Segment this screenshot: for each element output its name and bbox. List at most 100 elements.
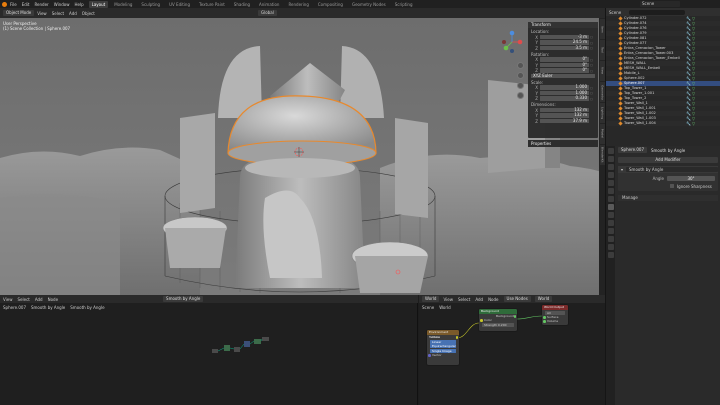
menu-object[interactable]: Object bbox=[82, 11, 95, 16]
manage-panel-header[interactable]: Manage bbox=[618, 195, 718, 201]
breadcrumb-modifier[interactable]: Smooth by Angle bbox=[31, 305, 65, 310]
search-input[interactable] bbox=[629, 9, 686, 15]
socket-icon[interactable] bbox=[455, 336, 458, 339]
node-field-source[interactable]: Single Image bbox=[430, 348, 456, 353]
tab-scripting[interactable]: Scripting bbox=[392, 1, 416, 8]
lock-icon[interactable]: ▢ bbox=[590, 58, 595, 62]
menu-add[interactable]: Add bbox=[35, 297, 43, 302]
breadcrumb-object[interactable]: Sphere.007 bbox=[3, 305, 26, 310]
object-tab-icon[interactable] bbox=[607, 196, 614, 202]
modifier-name-field[interactable]: Smooth by Angle bbox=[626, 167, 718, 172]
mesh-data-icon[interactable]: ▽ bbox=[692, 121, 695, 126]
environment-texture-node[interactable]: Environment Texture Color Linear Equirec… bbox=[427, 330, 459, 365]
lock-icon[interactable]: ▢ bbox=[590, 41, 595, 45]
tab-animation[interactable]: Animation bbox=[256, 1, 282, 8]
material-tab-icon[interactable] bbox=[607, 244, 614, 250]
menu-select[interactable]: Select bbox=[18, 297, 30, 302]
socket-icon[interactable] bbox=[428, 354, 431, 357]
navigation-gizmo-icon[interactable] bbox=[500, 30, 524, 54]
location-z-field[interactable]: 3.5 m bbox=[540, 45, 589, 51]
geometry-node-editor[interactable]: View Select Add Node Smooth by Angle Sph… bbox=[0, 295, 418, 405]
breadcrumb-group[interactable]: Smooth by Angle bbox=[70, 305, 104, 310]
physics-tab-icon[interactable] bbox=[607, 220, 614, 226]
menu-render[interactable]: Render bbox=[34, 2, 48, 7]
node-input-color[interactable]: Color bbox=[479, 318, 517, 322]
sidebar-tab-blenderkit[interactable]: BlenderKit bbox=[599, 145, 605, 165]
tab-uv-editing[interactable]: UV Editing bbox=[166, 1, 193, 8]
world-output-node[interactable]: World Output All Surface Volume bbox=[542, 305, 568, 325]
dimension-z-field[interactable]: 37.9 m bbox=[540, 118, 589, 124]
lock-icon[interactable]: ▢ bbox=[590, 63, 595, 67]
menu-select[interactable]: Select bbox=[52, 11, 64, 16]
particles-tab-icon[interactable] bbox=[607, 212, 614, 218]
menu-add[interactable]: Add bbox=[69, 11, 77, 16]
tab-texture-paint[interactable]: Texture Paint bbox=[196, 1, 228, 8]
world-tab-icon[interactable] bbox=[607, 188, 614, 194]
socket-icon[interactable] bbox=[480, 319, 483, 322]
texture-tab-icon[interactable] bbox=[607, 252, 614, 258]
chevron-down-icon[interactable]: ▾ bbox=[621, 167, 623, 172]
node-field-strength[interactable]: Strength 0.200 bbox=[482, 322, 514, 327]
scene-tab-icon[interactable] bbox=[607, 180, 614, 186]
tab-sculpting[interactable]: Sculpting bbox=[138, 1, 163, 8]
sidebar-tab-geometry[interactable]: Geometry bbox=[599, 82, 605, 102]
tab-rendering[interactable]: Rendering bbox=[285, 1, 311, 8]
blender-logo-icon[interactable] bbox=[2, 1, 7, 7]
rotation-mode-dropdown[interactable]: XYZ Euler bbox=[531, 73, 595, 79]
angle-field[interactable]: 30° bbox=[667, 175, 715, 181]
node-group-selector[interactable]: Smooth by Angle bbox=[163, 296, 204, 302]
socket-icon[interactable] bbox=[543, 320, 546, 323]
constraints-tab-icon[interactable] bbox=[607, 228, 614, 234]
sidebar-tab-lighting[interactable]: Lighting bbox=[599, 103, 605, 123]
transform-header[interactable]: Transform bbox=[528, 22, 598, 28]
perspective-grid-icon[interactable] bbox=[517, 92, 524, 99]
lock-icon[interactable]: ▢ bbox=[590, 35, 595, 39]
menu-help[interactable]: Help bbox=[74, 2, 83, 7]
menu-file[interactable]: File bbox=[10, 2, 17, 7]
lock-icon[interactable]: ▢ bbox=[590, 46, 595, 50]
outliner-item[interactable]: Tower_Wall_1.004 🔧 ▽ bbox=[606, 121, 720, 126]
add-modifier-button[interactable]: Add Modifier bbox=[618, 157, 718, 163]
ignore-sharpness-checkbox[interactable] bbox=[670, 184, 674, 188]
sidebar-tab-view[interactable]: View bbox=[599, 61, 605, 81]
tab-modeling[interactable]: Modeling bbox=[111, 1, 135, 8]
node-input-volume[interactable]: Volume bbox=[542, 319, 568, 323]
world-node-editor[interactable]: World View Select Add Node Use Nodes Wor… bbox=[419, 295, 605, 405]
node-input-vector[interactable]: Vector bbox=[427, 353, 459, 357]
wrench-icon[interactable]: 🔧 bbox=[686, 121, 691, 126]
tab-shading[interactable]: Shading bbox=[231, 1, 253, 8]
view-layer-tab-icon[interactable] bbox=[607, 172, 614, 178]
pan-icon[interactable] bbox=[517, 72, 524, 79]
lock-icon[interactable]: ▢ bbox=[590, 69, 595, 73]
lock-icon[interactable]: ▢ bbox=[590, 86, 595, 90]
node-field-target[interactable]: All bbox=[545, 310, 565, 315]
tab-geometry-nodes[interactable]: Geometry Nodes bbox=[349, 1, 389, 8]
node-field-projection[interactable]: Equirectangular bbox=[430, 344, 456, 348]
tab-compositing[interactable]: Compositing bbox=[315, 1, 346, 8]
tab-layout[interactable]: Layout bbox=[88, 0, 109, 8]
scale-z-field[interactable]: 0.330 bbox=[540, 96, 589, 101]
properties-panel-header[interactable]: Properties bbox=[528, 140, 598, 147]
modifier-tab-icon[interactable] bbox=[607, 204, 614, 210]
node-field-linear[interactable]: Linear bbox=[430, 339, 456, 344]
menu-view[interactable]: View bbox=[3, 297, 13, 302]
lock-icon[interactable]: ▢ bbox=[590, 91, 595, 95]
object-name-field[interactable]: Sphere.007 bbox=[618, 147, 647, 153]
menu-view[interactable]: View bbox=[37, 11, 47, 16]
camera-icon[interactable] bbox=[517, 82, 524, 89]
tool-tab-icon[interactable] bbox=[607, 148, 614, 154]
lock-icon[interactable]: ▢ bbox=[590, 97, 595, 101]
menu-edit[interactable]: Edit bbox=[22, 2, 30, 7]
modifier-header[interactable]: ▾ Smooth by Angle bbox=[618, 166, 718, 173]
scene-selector[interactable]: Scene bbox=[640, 1, 680, 7]
sidebar-tab-tool[interactable]: Tool bbox=[599, 40, 605, 60]
mode-dropdown[interactable]: Object Mode bbox=[3, 10, 35, 16]
render-tab-icon[interactable] bbox=[607, 156, 614, 162]
sidebar-tab-model[interactable]: Model bbox=[599, 124, 605, 144]
background-node[interactable]: Background Background Color Strength 0.2… bbox=[479, 309, 517, 331]
data-tab-icon[interactable] bbox=[607, 236, 614, 242]
node-output-color[interactable]: Color bbox=[427, 335, 459, 339]
output-tab-icon[interactable] bbox=[607, 164, 614, 170]
menu-node[interactable]: Node bbox=[48, 297, 58, 302]
sidebar-tab-item[interactable]: Item bbox=[599, 19, 605, 39]
